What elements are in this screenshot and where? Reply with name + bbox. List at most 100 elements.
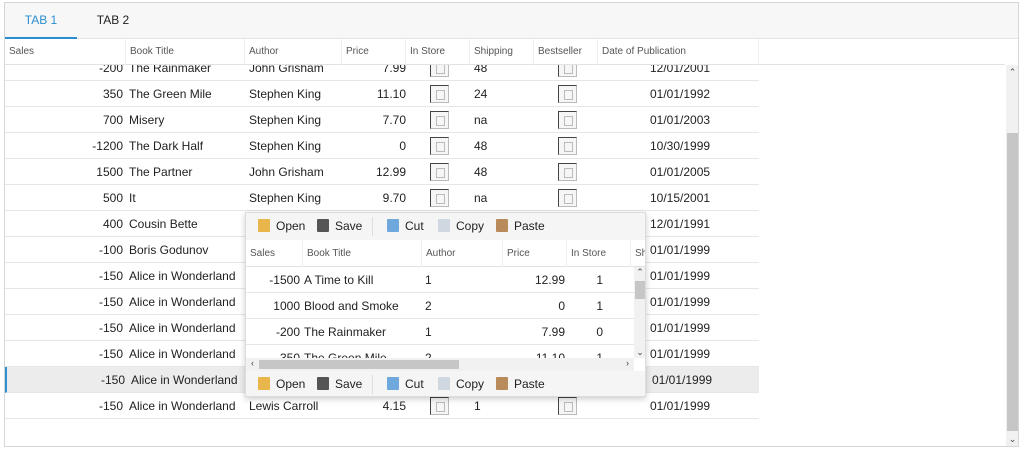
shipping-cell[interactable]: na [474, 185, 534, 211]
paste-button[interactable]: Paste [496, 371, 545, 396]
table-row[interactable]: 1500 The Partner John Grisham 12.99 48 01/01/… [5, 159, 759, 185]
save-button[interactable]: Save [317, 371, 362, 396]
sales-cell[interactable]: 1000 [246, 293, 300, 319]
shipping-cell[interactable]: 48 [474, 159, 534, 185]
image-placeholder-icon[interactable] [430, 137, 449, 155]
save-button[interactable]: Save [317, 213, 362, 240]
sales-cell[interactable]: 1500 [5, 159, 123, 185]
image-placeholder-icon[interactable] [558, 189, 577, 207]
sales-cell[interactable]: 700 [5, 107, 123, 133]
sales-cell[interactable]: -1500 [246, 267, 300, 293]
sales-cell[interactable]: -150 [5, 263, 123, 289]
title-cell[interactable]: It [129, 185, 245, 211]
scrollbar-thumb[interactable] [635, 281, 645, 299]
sales-cell[interactable]: 350 [5, 81, 123, 107]
column-header[interactable]: Author [422, 240, 503, 267]
shipping-cell[interactable]: 24 [474, 81, 534, 107]
image-placeholder-icon[interactable] [558, 137, 577, 155]
scroll-up-icon[interactable]: ⌃ [1006, 67, 1018, 78]
image-placeholder-icon[interactable] [558, 111, 577, 129]
scroll-right-icon[interactable]: › [621, 358, 634, 368]
column-header[interactable]: Shipping [470, 39, 534, 65]
scroll-down-icon[interactable]: ⌄ [634, 347, 645, 358]
price-cell[interactable]: 7.99 [503, 319, 565, 345]
sales-cell[interactable]: -150 [5, 315, 123, 341]
price-cell[interactable]: 9.70 [342, 185, 406, 211]
price-cell[interactable]: 12.99 [342, 159, 406, 185]
column-header[interactable]: In Store [406, 39, 470, 65]
date-cell[interactable]: 01/01/1999 [650, 315, 750, 341]
cut-button[interactable]: Cut [387, 371, 424, 396]
title-cell[interactable]: A Time to Kill [304, 267, 422, 293]
date-cell[interactable]: 01/01/1992 [650, 81, 750, 107]
image-placeholder-icon[interactable] [430, 397, 449, 415]
sales-cell[interactable]: -150 [7, 367, 125, 393]
column-header[interactable]: Price [342, 39, 406, 65]
date-cell[interactable]: 01/01/1999 [650, 237, 750, 263]
table-row[interactable]: 700 Misery Stephen King 7.70 na 01/01/2003 [5, 107, 759, 133]
date-cell[interactable]: 12/01/1991 [650, 211, 750, 237]
title-cell[interactable]: Alice in Wonderland [129, 393, 245, 419]
shipping-cell[interactable]: na [474, 107, 534, 133]
title-cell[interactable]: Alice in Wonderland [131, 367, 247, 393]
author-cell[interactable]: Stephen King [245, 107, 342, 133]
column-header[interactable]: Price [503, 240, 567, 267]
popup-horizontal-scrollbar[interactable]: ‹ › [246, 358, 634, 371]
image-placeholder-icon[interactable] [558, 163, 577, 181]
price-cell[interactable]: 11.10 [342, 81, 406, 107]
copy-button[interactable]: Copy [438, 213, 484, 240]
date-cell[interactable]: 10/30/1999 [650, 133, 750, 159]
image-placeholder-icon[interactable] [430, 189, 449, 207]
date-cell[interactable]: 01/01/1999 [650, 263, 750, 289]
table-row[interactable]: 1000 Blood and Smoke 2 0 1 [246, 293, 634, 319]
table-row[interactable]: -200 The Rainmaker 1 7.99 0 [246, 319, 634, 345]
price-cell[interactable]: 0 [503, 293, 565, 319]
instore-cell[interactable]: 1 [567, 267, 603, 293]
price-cell[interactable]: 0 [342, 133, 406, 159]
date-cell[interactable]: 01/01/1999 [652, 367, 752, 393]
image-placeholder-icon[interactable] [558, 397, 577, 415]
paste-button[interactable]: Paste [496, 213, 545, 240]
column-header[interactable]: Book Title [303, 240, 422, 267]
author-cell[interactable]: Stephen King [245, 81, 342, 107]
tab-2[interactable]: TAB 2 [77, 3, 149, 39]
author-cell[interactable]: John Grisham [245, 159, 342, 185]
image-placeholder-icon[interactable] [558, 85, 577, 103]
column-header[interactable]: Date of Publication [598, 39, 759, 65]
instore-cell[interactable]: 1 [567, 293, 603, 319]
open-button[interactable]: Open [258, 371, 305, 396]
column-header[interactable]: In Store [567, 240, 631, 267]
author-cell[interactable]: Stephen King [245, 185, 342, 211]
title-cell[interactable]: The Partner [129, 159, 245, 185]
column-header[interactable]: Sh [631, 240, 645, 267]
column-header[interactable]: Bestseller [534, 39, 598, 65]
author-cell[interactable]: 2 [425, 293, 485, 319]
author-cell[interactable]: Stephen King [245, 133, 342, 159]
title-cell[interactable]: Alice in Wonderland [129, 341, 245, 367]
date-cell[interactable]: 01/01/2003 [650, 107, 750, 133]
table-row[interactable]: 350 The Green Mile Stephen King 11.10 24 01/0… [5, 81, 759, 107]
title-cell[interactable]: Alice in Wonderland [129, 289, 245, 315]
date-cell[interactable]: 01/01/2005 [650, 159, 750, 185]
column-header[interactable]: Sales [246, 240, 303, 267]
scrollbar-thumb[interactable] [259, 360, 459, 369]
author-cell[interactable]: 1 [425, 319, 485, 345]
popup-vertical-scrollbar[interactable]: ⌃ ⌄ [634, 267, 645, 358]
instore-cell[interactable]: 0 [567, 319, 603, 345]
vertical-scrollbar[interactable]: ⌃ ⌄ [1006, 65, 1018, 446]
sales-cell[interactable]: -200 [246, 319, 300, 345]
date-cell[interactable]: 01/01/1999 [650, 341, 750, 367]
table-row[interactable]: 500 It Stephen King 9.70 na 10/15/2001 [5, 185, 759, 211]
scroll-up-icon[interactable]: ⌃ [634, 267, 645, 278]
date-cell[interactable]: 10/15/2001 [650, 185, 750, 211]
tab-1[interactable]: TAB 1 [5, 3, 77, 39]
column-header[interactable]: Book Title [126, 39, 245, 65]
title-cell[interactable]: The Green Mile [129, 81, 245, 107]
title-cell[interactable]: Alice in Wonderland [129, 263, 245, 289]
sales-cell[interactable]: -1200 [5, 133, 123, 159]
sales-cell[interactable]: -150 [5, 289, 123, 315]
scroll-left-icon[interactable]: ‹ [246, 358, 259, 368]
sales-cell[interactable]: -150 [5, 393, 123, 419]
sales-cell[interactable]: -100 [5, 237, 123, 263]
image-placeholder-icon[interactable] [430, 111, 449, 129]
